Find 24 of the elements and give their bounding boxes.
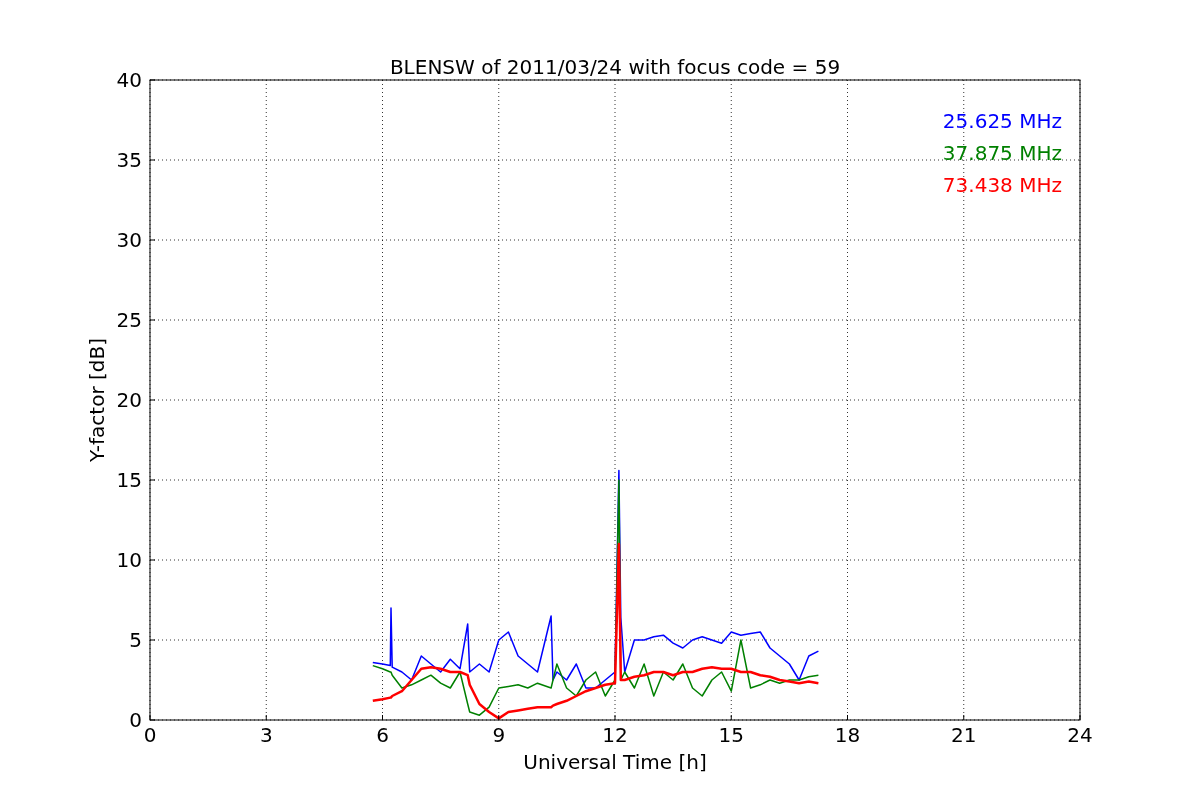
x-tick-label: 12	[602, 723, 628, 747]
legend-label: 25.625 MHz	[942, 109, 1062, 133]
x-tick-label: 6	[376, 723, 389, 747]
x-tick-label: 18	[834, 723, 861, 747]
y-tick-label: 5	[129, 628, 142, 652]
y-tick-label: 30	[116, 228, 142, 252]
y-tick-label: 20	[116, 388, 142, 412]
legend-label: 37.875 MHz	[942, 141, 1062, 165]
x-tick-label: 9	[492, 723, 506, 747]
y-tick-label: 15	[116, 468, 142, 492]
x-tick-label: 15	[718, 723, 744, 747]
y-tick-label: 35	[116, 148, 142, 172]
x-tick-label: 0	[143, 723, 157, 747]
x-tick-label: 3	[259, 723, 273, 747]
y-tick-label: 25	[116, 308, 142, 332]
y-tick-label: 40	[116, 68, 142, 92]
y-tick-label: 0	[129, 708, 142, 732]
x-tick-label: 21	[951, 723, 977, 747]
x-tick-label: 24	[1067, 723, 1093, 747]
y-tick-label: 10	[116, 548, 142, 572]
x-axis-label: Universal Time [h]	[523, 750, 707, 774]
legend-label: 73.438 MHz	[942, 173, 1062, 197]
y-axis-label: Y-factor [dB]	[85, 338, 109, 462]
chart-title: BLENSW of 2011/03/24 with focus code = 59	[389, 55, 841, 79]
